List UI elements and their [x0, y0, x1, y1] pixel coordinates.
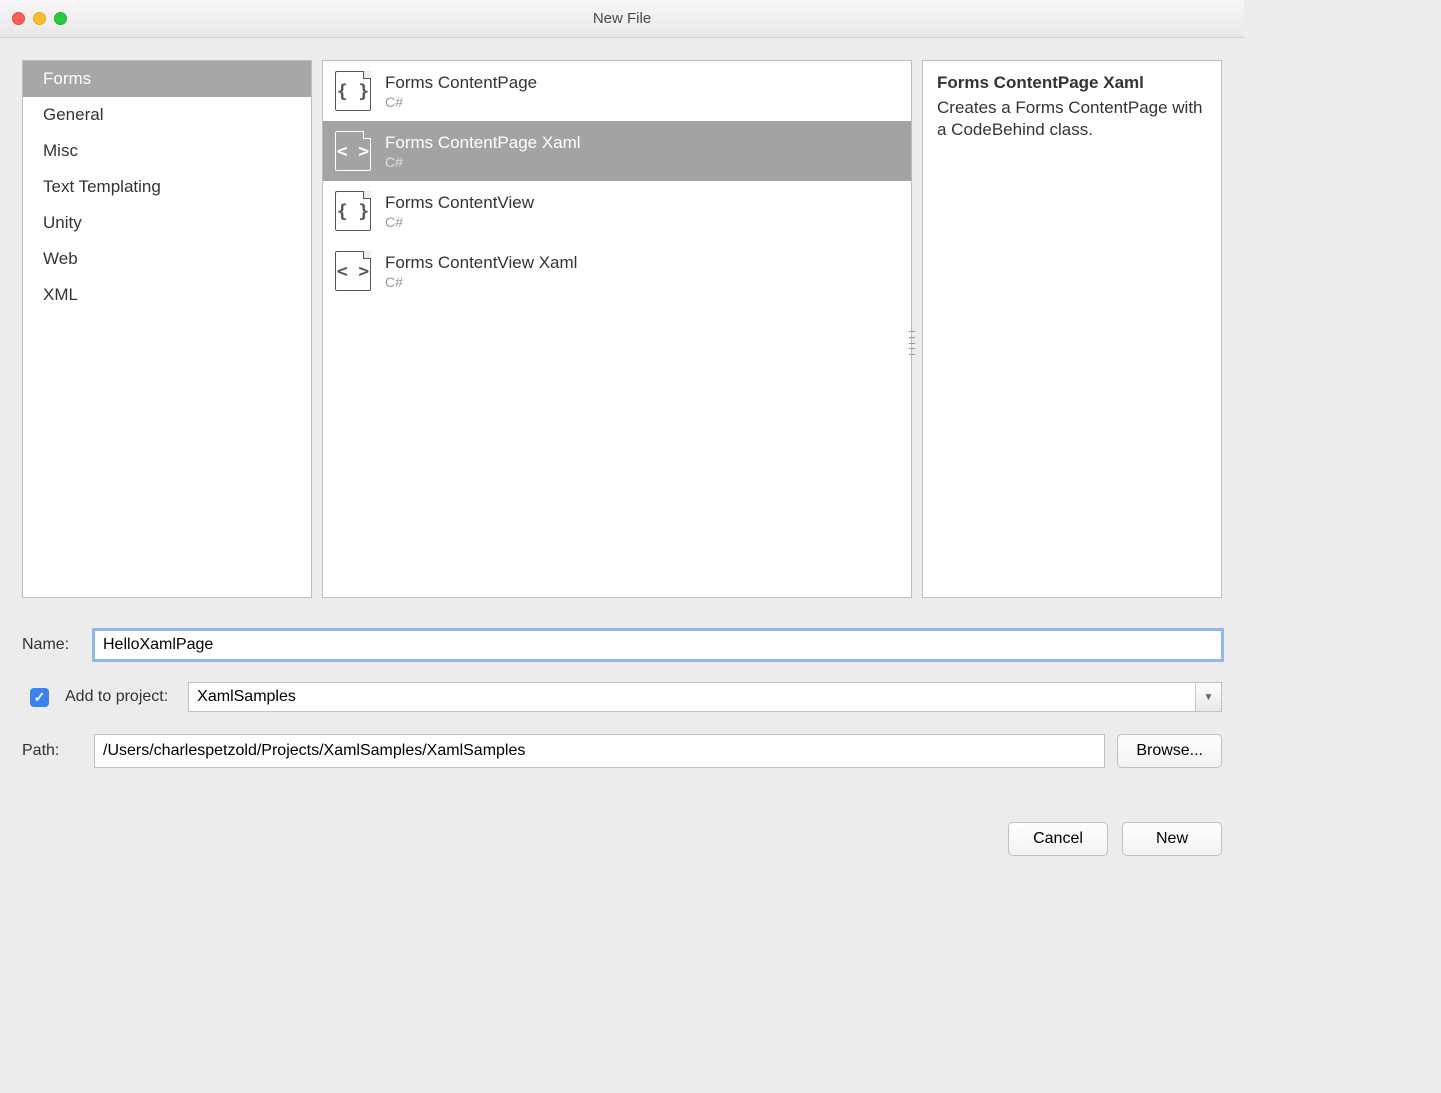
cancel-button[interactable]: Cancel — [1008, 822, 1108, 856]
csharp-file-icon: { } — [335, 71, 371, 111]
template-text: Forms ContentPageC# — [385, 73, 537, 110]
xaml-file-icon: < > — [335, 131, 371, 171]
category-item-misc[interactable]: Misc — [23, 133, 311, 169]
resize-handle[interactable] — [909, 331, 915, 355]
template-text: Forms ContentPage XamlC# — [385, 133, 581, 170]
description-panel: Forms ContentPage Xaml Creates a Forms C… — [922, 60, 1222, 598]
template-language: C# — [385, 154, 581, 170]
name-input[interactable] — [94, 630, 1222, 660]
csharp-file-icon: { } — [335, 191, 371, 231]
template-text: Forms ContentView XamlC# — [385, 253, 577, 290]
template-item[interactable]: < > Forms ContentPage XamlC# — [323, 121, 911, 181]
minimize-window-button[interactable] — [33, 12, 46, 25]
project-select-value: XamlSamples — [197, 688, 296, 706]
browse-button[interactable]: Browse... — [1117, 734, 1222, 768]
category-item-xml[interactable]: XML — [23, 277, 311, 313]
description-body: Creates a Forms ContentPage with a CodeB… — [937, 97, 1207, 141]
category-item-text-templating[interactable]: Text Templating — [23, 169, 311, 205]
path-label: Path: — [22, 742, 82, 760]
zoom-window-button[interactable] — [54, 12, 67, 25]
close-window-button[interactable] — [12, 12, 25, 25]
category-item-unity[interactable]: Unity — [23, 205, 311, 241]
project-select[interactable]: XamlSamples ▼ — [188, 682, 1222, 712]
template-language: C# — [385, 274, 577, 290]
description-title: Forms ContentPage Xaml — [937, 73, 1207, 93]
category-item-forms[interactable]: Forms — [23, 61, 311, 97]
template-list: { }Forms ContentPageC#< >Forms ContentPa… — [322, 60, 912, 598]
category-item-general[interactable]: General — [23, 97, 311, 133]
template-item[interactable]: { } Forms ContentPageC# — [323, 61, 911, 121]
dialog-buttons: Cancel New — [0, 782, 1244, 874]
traffic-lights — [12, 12, 67, 25]
main-area: FormsGeneralMiscText TemplatingUnityWebX… — [0, 38, 1244, 608]
category-item-web[interactable]: Web — [23, 241, 311, 277]
template-name: Forms ContentView — [385, 193, 534, 213]
template-name: Forms ContentView Xaml — [385, 253, 577, 273]
form-area: Name: Add to project: XamlSamples ▼ Path… — [0, 608, 1244, 782]
template-name: Forms ContentPage Xaml — [385, 133, 581, 153]
template-text: Forms ContentViewC# — [385, 193, 534, 230]
name-label: Name: — [22, 636, 82, 654]
template-language: C# — [385, 214, 534, 230]
name-row: Name: — [22, 630, 1222, 660]
template-name: Forms ContentPage — [385, 73, 537, 93]
template-item[interactable]: { } Forms ContentViewC# — [323, 181, 911, 241]
add-to-project-checkbox[interactable] — [30, 688, 49, 707]
titlebar: New File — [0, 0, 1244, 38]
template-item[interactable]: < > Forms ContentView XamlC# — [323, 241, 911, 301]
template-language: C# — [385, 94, 537, 110]
window-title: New File — [0, 10, 1244, 27]
new-button[interactable]: New — [1122, 822, 1222, 856]
xaml-file-icon: < > — [335, 251, 371, 291]
path-input[interactable] — [94, 734, 1105, 768]
add-to-project-label: Add to project: — [65, 688, 168, 706]
chevron-down-icon: ▼ — [1195, 683, 1221, 711]
project-row: Add to project: XamlSamples ▼ — [30, 682, 1222, 712]
path-row: Path: Browse... — [22, 734, 1222, 768]
category-list: FormsGeneralMiscText TemplatingUnityWebX… — [22, 60, 312, 598]
